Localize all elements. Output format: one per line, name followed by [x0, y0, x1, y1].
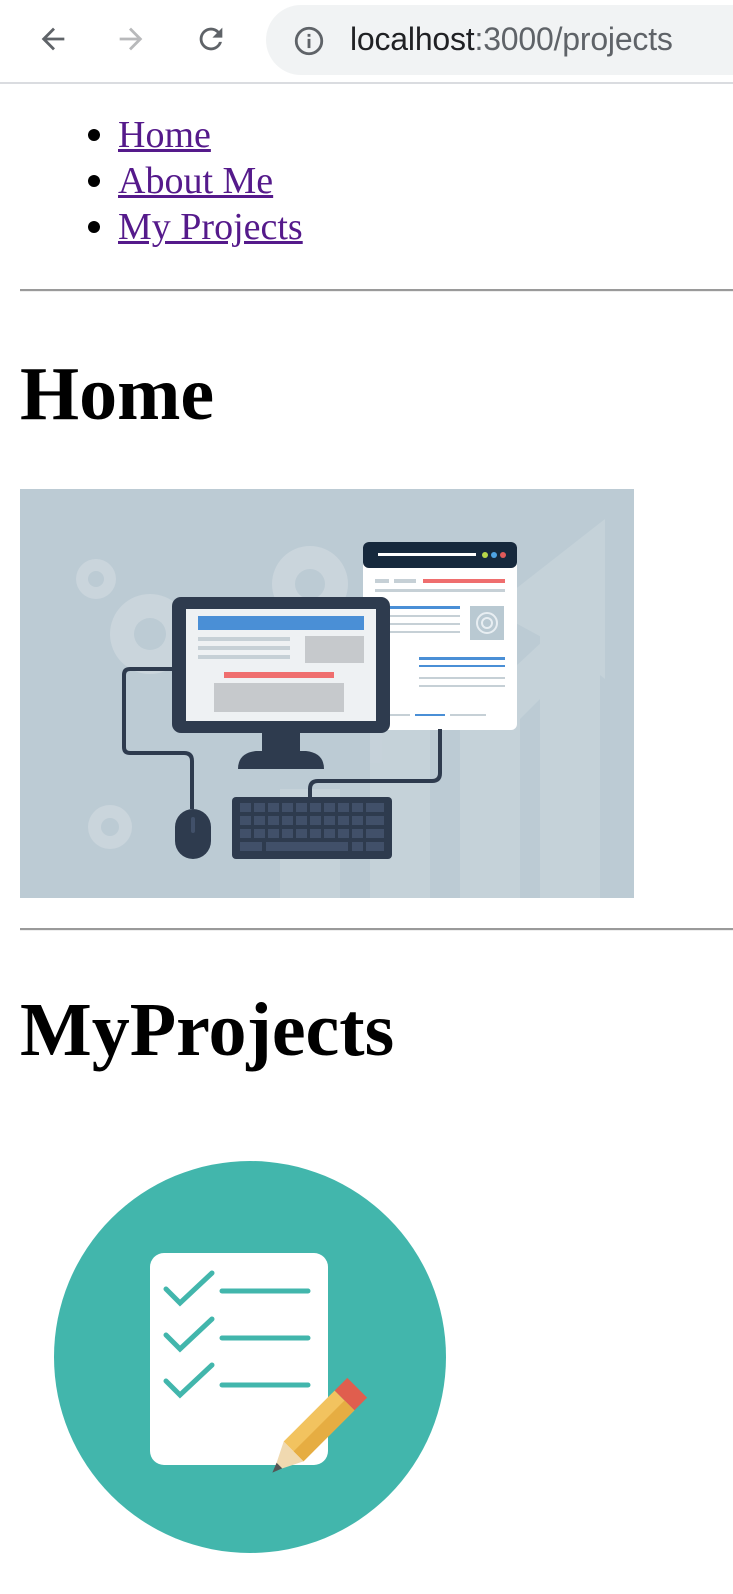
home-illustration [20, 489, 634, 898]
divider-middle [20, 928, 733, 931]
nav-item-about: About Me [88, 158, 303, 204]
url-path: :3000/projects [474, 21, 673, 57]
bullet [88, 175, 100, 187]
nav-item-projects: My Projects [88, 204, 303, 250]
nav-list: Home About Me My Projects [88, 112, 303, 250]
address-bar[interactable]: localhost:3000/projects [266, 5, 733, 75]
info-icon[interactable] [292, 24, 326, 58]
divider-top [20, 289, 733, 292]
browser-toolbar: localhost:3000/projects [0, 0, 733, 84]
url-text[interactable]: localhost:3000/projects [350, 21, 673, 58]
reload-icon [199, 27, 223, 51]
nav-link-projects[interactable]: My Projects [118, 206, 303, 248]
back-button[interactable] [26, 12, 80, 66]
nav-link-about[interactable]: About Me [118, 160, 273, 202]
arrow-right-icon [119, 27, 143, 51]
nav-link-home[interactable]: Home [118, 114, 211, 156]
home-heading: Home [20, 352, 215, 436]
url-host: localhost [350, 21, 475, 57]
nav-item-home: Home [88, 112, 303, 158]
projects-checklist-illustration [54, 1161, 446, 1553]
forward-button[interactable] [104, 12, 158, 66]
bullet [88, 129, 100, 141]
projects-heading: MyProjects [20, 988, 395, 1072]
bullet [88, 221, 100, 233]
arrow-left-icon [41, 27, 65, 51]
reload-button[interactable] [184, 12, 238, 66]
